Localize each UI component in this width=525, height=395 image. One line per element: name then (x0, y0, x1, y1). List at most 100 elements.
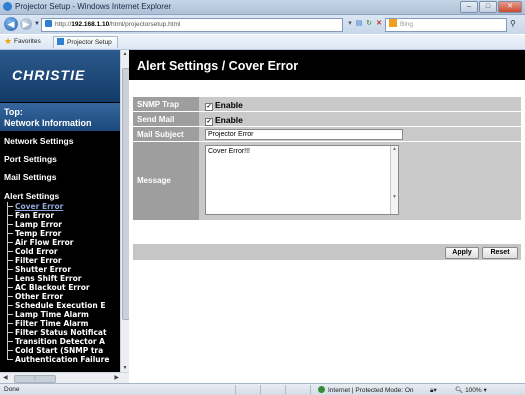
sidebar-alert-item[interactable]: Temp Error (6, 229, 120, 238)
scroll-up-icon[interactable]: ▲ (121, 51, 129, 57)
status-divider (285, 385, 286, 394)
status-bar: Done Internet | Protected Mode: On 🔒︎▾ 🔍… (0, 383, 525, 395)
snmp-trap-row: SNMP Trap ✓ Enable (133, 97, 521, 111)
sidebar-item-network-settings[interactable]: Network Settings (4, 136, 73, 146)
sidebar-alert-item[interactable]: Filter Status Notificat (6, 328, 120, 337)
reset-button[interactable]: Reset (482, 247, 518, 259)
tab-page-icon (57, 38, 64, 45)
sidebar-alert-item[interactable]: Other Error (6, 292, 120, 301)
forward-button[interactable]: ▶ (20, 18, 32, 30)
snmp-trap-enable-label: Enable (215, 100, 243, 110)
status-text: Done (4, 386, 20, 393)
sidebar-alert-item[interactable]: Transition Detector A (6, 337, 120, 346)
address-host: 192.168.1.10 (71, 21, 110, 28)
sidebar-alert-item[interactable]: Filter Time Alarm (6, 319, 120, 328)
security-zone[interactable]: Internet | Protected Mode: On (318, 386, 414, 394)
search-icon[interactable]: ⚲ (510, 19, 516, 28)
snmp-trap-label-cell: SNMP Trap (133, 97, 199, 111)
scroll-left-icon[interactable]: ◀ (3, 374, 8, 381)
checkbox-icon: ✓ (205, 103, 213, 111)
history-dropdown-icon[interactable]: ▼ (34, 21, 40, 27)
compatibility-view-icon[interactable]: ▤ (354, 19, 364, 29)
snmp-trap-enable-checkbox[interactable]: ✓ Enable (205, 100, 243, 111)
sidebar-alert-item[interactable]: Filter Error (6, 256, 120, 265)
window-title: Projector Setup - Windows Internet Explo… (15, 2, 172, 11)
search-placeholder: Bing (400, 21, 414, 28)
sidebar-item-alert-settings[interactable]: Alert Settings (4, 191, 59, 201)
textarea-scrollbar[interactable]: ▲ ▼ (390, 146, 398, 214)
checkbox-icon: ✓ (205, 118, 213, 126)
sidebar-alert-item[interactable]: Fan Error (6, 211, 120, 220)
message-label: Message (137, 176, 171, 185)
maximize-button[interactable]: □ (479, 1, 497, 13)
send-mail-enable-checkbox[interactable]: ✓ Enable (205, 115, 243, 126)
sidebar-item-mail-settings[interactable]: Mail Settings (4, 172, 56, 182)
favorites-button[interactable]: Favorites (14, 38, 41, 45)
mail-subject-input[interactable]: Projector Error (205, 129, 403, 140)
message-textarea[interactable]: Cover Error!!! ▲ ▼ (205, 145, 399, 215)
main-panel: Alert Settings / Cover Error SNMP Trap ✓… (129, 50, 525, 383)
address-bar[interactable]: http://192.168.1.10/html/projectorsetup.… (41, 18, 343, 32)
sidebar-alert-item[interactable]: AC Blackout Error (6, 283, 120, 292)
page-title: Alert Settings / Cover Error (137, 59, 299, 73)
sidebar-alert-item[interactable]: Cold Error (6, 247, 120, 256)
status-divider (260, 385, 261, 394)
sidebar-alert-item[interactable]: Shutter Error (6, 265, 120, 274)
sidebar-alert-item[interactable]: Cover Error (6, 202, 120, 211)
bing-icon (389, 19, 397, 27)
ie-logo-icon (3, 2, 12, 11)
minimize-button[interactable]: – (460, 1, 478, 13)
send-mail-row: Send Mail ✓ Enable (133, 112, 521, 126)
hscroll-thumb[interactable]: ⁞ (14, 375, 56, 383)
send-mail-enable-label: Enable (215, 115, 243, 125)
send-mail-label: Send Mail (137, 115, 175, 124)
sidebar-alert-item[interactable]: Authentication Failure (6, 355, 120, 364)
address-path: /html/projectorsetup.html (109, 21, 181, 28)
scroll-right-icon[interactable]: ▶ (114, 374, 119, 381)
security-zone-text: Internet | Protected Mode: On (328, 387, 414, 394)
sidebar-alert-item[interactable]: Lamp Time Alarm (6, 310, 120, 319)
stop-icon[interactable]: ✕ (374, 19, 384, 29)
sidebar-alert-item[interactable]: Air Flow Error (6, 238, 120, 247)
zoom-level: 100% (465, 387, 482, 394)
zoom-control[interactable]: 🔍︎ 100% ▾ (455, 386, 487, 394)
network-information-label: Network Information (4, 118, 92, 128)
status-divider (310, 385, 311, 394)
address-prefix: http:// (55, 21, 72, 28)
sidebar-alert-item[interactable]: Lens Shift Error (6, 274, 120, 283)
send-mail-label-cell: Send Mail (133, 112, 199, 126)
sidebar-item-port-settings[interactable]: Port Settings (4, 154, 57, 164)
page-icon (45, 20, 52, 27)
sidebar-alert-item[interactable]: Lamp Error (6, 220, 120, 229)
sidebar: CHRISTIE Top: Network Information Networ… (0, 50, 120, 383)
window-title-bar: Projector Setup - Windows Internet Explo… (0, 0, 525, 15)
favorites-star-icon[interactable]: ★ (4, 36, 12, 47)
globe-icon (318, 386, 325, 393)
christie-logo: CHRISTIE (0, 50, 120, 102)
snmp-trap-label: SNMP Trap (137, 100, 180, 109)
tab-title: Projector Setup (67, 39, 112, 46)
apply-button[interactable]: Apply (445, 247, 479, 259)
tab-projector-setup[interactable]: Projector Setup (53, 36, 118, 48)
close-button[interactable]: ✕ (498, 1, 522, 13)
mail-subject-label-cell: Mail Subject (133, 127, 199, 141)
search-input[interactable]: Bing (385, 18, 507, 32)
page-title-bar: Alert Settings / Cover Error (129, 50, 525, 80)
page-content: CHRISTIE Top: Network Information Networ… (0, 50, 525, 384)
message-text: Cover Error!!! (208, 148, 251, 155)
alert-list: Cover Error Fan Error Lamp Error Temp Error… (6, 202, 120, 364)
button-bar: Apply Reset (133, 244, 521, 260)
back-button[interactable]: ◀ (4, 17, 18, 31)
message-label-cell: Message (133, 142, 199, 220)
logo-text: CHRISTIE (12, 67, 86, 83)
refresh-icon[interactable]: ↻ (364, 19, 374, 29)
sidebar-vertical-scrollbar[interactable]: ▲ ▼ (120, 50, 130, 372)
status-divider (235, 385, 236, 394)
mail-subject-row: Mail Subject Projector Error (133, 127, 521, 141)
window-controls: – □ ✕ (459, 1, 522, 13)
sidebar-alert-item[interactable]: Schedule Execution E (6, 301, 120, 310)
sidebar-item-top[interactable]: Top: Network Information (0, 103, 120, 131)
sidebar-alert-item[interactable]: Cold Start (SNMP tra (6, 346, 120, 355)
address-toolbar: ◀ ▶ ▼ http://192.168.1.10/html/projector… (0, 15, 525, 34)
scroll-down-icon[interactable]: ▼ (121, 365, 129, 371)
